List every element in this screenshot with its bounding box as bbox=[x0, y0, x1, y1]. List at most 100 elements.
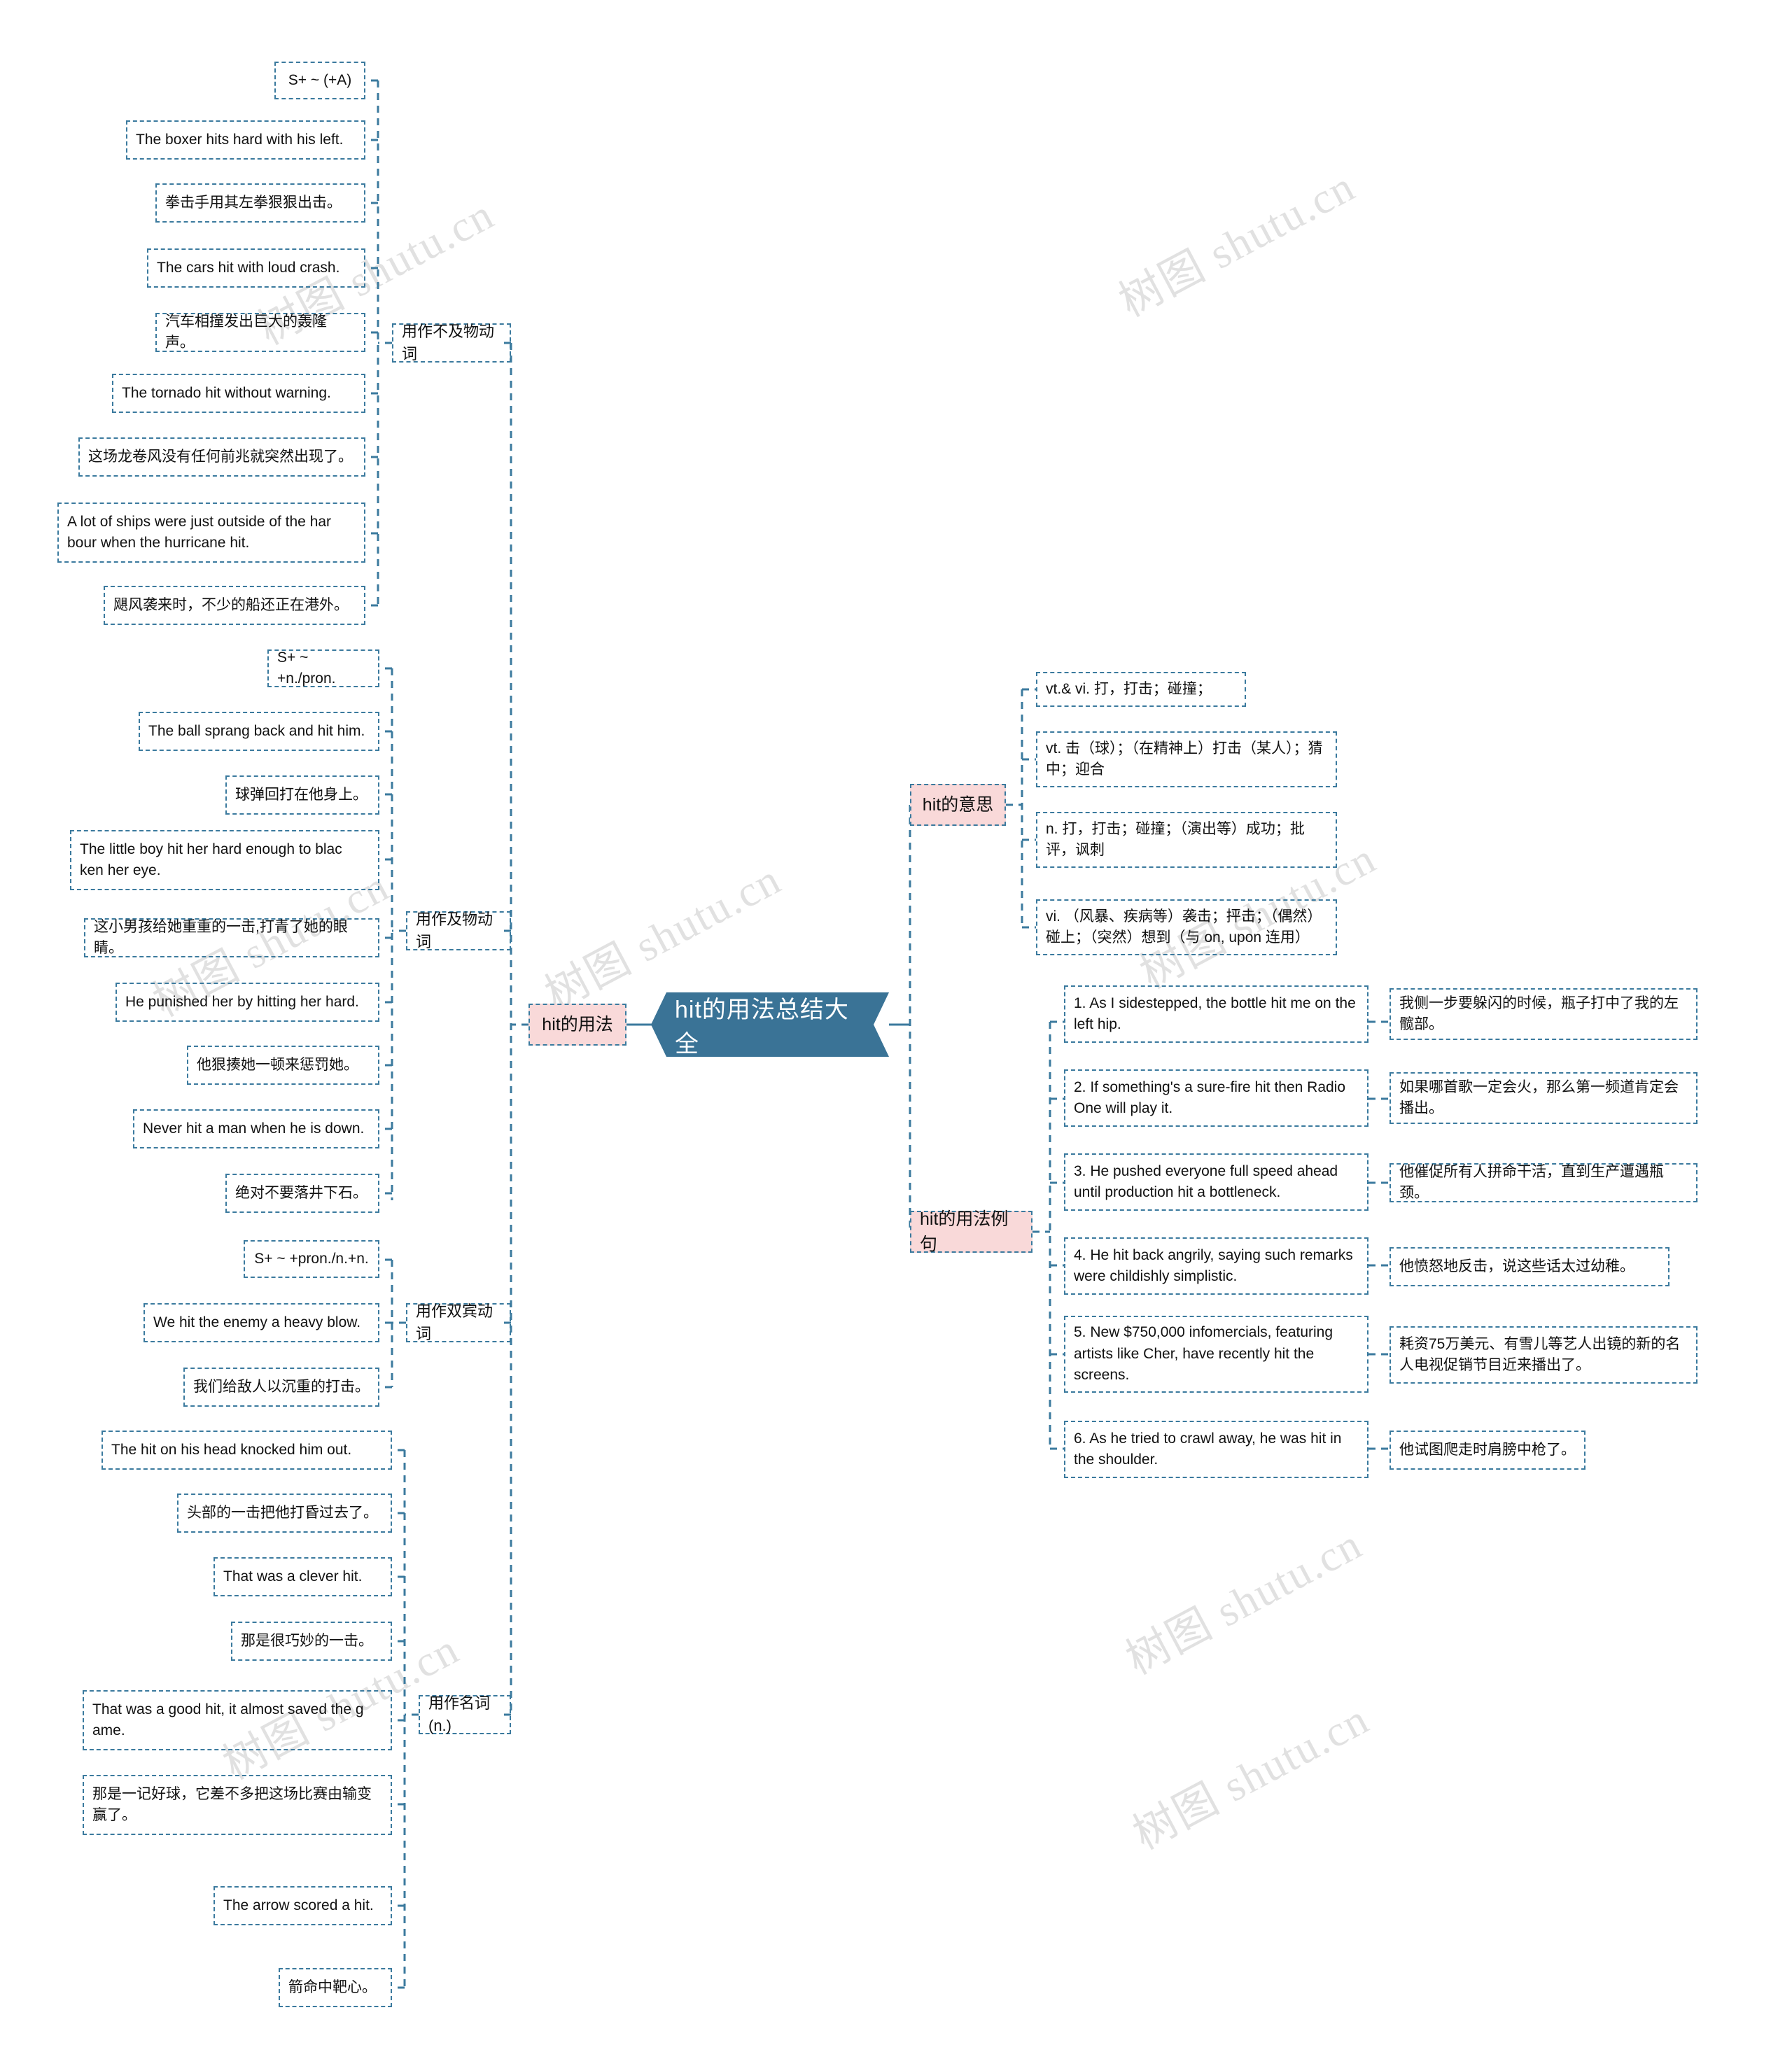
branch-label-usage[interactable]: hit的用法 bbox=[528, 1004, 626, 1046]
example-zh-1[interactable]: 我侧一步要躲闪的时候，瓶子打中了我的左髋部。 bbox=[1390, 988, 1698, 1040]
usage-item[interactable]: 那是很巧妙的一击。 bbox=[231, 1622, 392, 1661]
usage-group-label-text: 用作双宾动词 bbox=[416, 1302, 493, 1342]
usage-item[interactable]: 这小男孩给她重重的一击,打青了她的眼睛。 bbox=[84, 918, 379, 957]
usage-item-text: The cars hit with loud crash. bbox=[157, 259, 340, 276]
example-zh-6[interactable]: 他试图爬走时肩膀中枪了。 bbox=[1390, 1431, 1586, 1470]
usage-item[interactable]: 头部的一击把他打昏过去了。 bbox=[177, 1494, 392, 1533]
usage-item-text: That was a clever hit. bbox=[223, 1568, 363, 1584]
usage-item[interactable]: 拳击手用其左拳狠狠出击。 bbox=[155, 183, 365, 223]
meaning-text: vt. 击（球）；（在精神上）打击（某人）；猜中；迎合 bbox=[1046, 740, 1323, 778]
example-en-6[interactable]: 6. As he tried to crawl away, he was hit… bbox=[1064, 1421, 1368, 1478]
watermark: 树图 shutu.cn bbox=[1119, 1520, 1370, 1684]
usage-item[interactable]: 飓风袭来时，不少的船还正在港外。 bbox=[104, 586, 365, 625]
usage-item[interactable]: He punished her by hitting her hard. bbox=[115, 983, 379, 1022]
usage-item[interactable]: The hit on his head knocked him out. bbox=[102, 1431, 392, 1470]
usage-item-text: 飓风袭来时，不少的船还正在港外。 bbox=[113, 596, 349, 613]
example-zh-5[interactable]: 耗资75万美元、有雪儿等艺人出镜的新的名人电视促销节目近来播出了。 bbox=[1390, 1326, 1698, 1384]
usage-item-text: The hit on his head knocked him out. bbox=[111, 1441, 352, 1458]
branch-label-examples[interactable]: hit的用法例句 bbox=[910, 1209, 1032, 1254]
root-node[interactable]: hit的用法总结大全 bbox=[651, 992, 889, 1057]
usage-item[interactable]: 我们给敌人以沉重的打击。 bbox=[183, 1368, 379, 1407]
branch-examples-text: hit的用法例句 bbox=[920, 1209, 1009, 1254]
usage-item[interactable]: 这场龙卷风没有任何前兆就突然出现了。 bbox=[78, 437, 365, 477]
usage-item-text: The arrow scored a hit. bbox=[223, 1897, 374, 1913]
usage-item-text: Never hit a man when he is down. bbox=[143, 1120, 365, 1137]
example-en-text: 1. As I sidestepped, the bottle hit me o… bbox=[1074, 995, 1360, 1032]
usage-item-text: 这场龙卷风没有任何前兆就突然出现了。 bbox=[88, 448, 353, 465]
usage-group-label-text: 用作不及物动词 bbox=[402, 323, 495, 363]
usage-item-text: We hit the enemy a heavy blow. bbox=[153, 1314, 361, 1330]
example-en-text: 6. As he tried to crawl away, he was hit… bbox=[1074, 1430, 1346, 1468]
usage-item-text: 我们给敌人以沉重的打击。 bbox=[193, 1378, 370, 1395]
usage-item[interactable]: That was a clever hit. bbox=[214, 1557, 392, 1596]
usage-item-text: 那是一记好球，它差不多把这场比赛由输变赢了。 bbox=[92, 1785, 372, 1823]
meaning-node-2[interactable]: vt. 击（球）；（在精神上）打击（某人）；猜中；迎合 bbox=[1036, 731, 1337, 787]
branch-label-meaning[interactable]: hit的意思 bbox=[910, 784, 1006, 826]
example-zh-text: 他催促所有人拼命干活，直到生产遭遇瓶颈。 bbox=[1399, 1163, 1664, 1201]
usage-item-text: S+ ~ +n./pron. bbox=[277, 649, 336, 687]
example-zh-2[interactable]: 如果哪首歌一定会火，那么第一频道肯定会播出。 bbox=[1390, 1072, 1698, 1124]
usage-item[interactable]: 那是一记好球，它差不多把这场比赛由输变赢了。 bbox=[83, 1775, 392, 1835]
example-en-5[interactable]: 5. New $750,000 infomercials, featuring … bbox=[1064, 1316, 1368, 1393]
meaning-node-4[interactable]: vi. （风暴、疾病等）袭击；抨击；（偶然）碰上；（突然）想到（与 on, up… bbox=[1036, 899, 1337, 955]
example-en-text: 4. He hit back angrily, saying such rema… bbox=[1074, 1246, 1357, 1284]
usage-item[interactable]: 汽车相撞发出巨大的轰隆声。 bbox=[155, 313, 365, 352]
meaning-node-1[interactable]: vt.& vi. 打，打击；碰撞； bbox=[1036, 672, 1246, 707]
usage-item[interactable]: Never hit a man when he is down. bbox=[133, 1109, 379, 1148]
usage-item[interactable]: A lot of ships were just outside of the … bbox=[57, 503, 365, 563]
usage-item[interactable]: The arrow scored a hit. bbox=[214, 1886, 392, 1925]
usage-item-text: 他狠揍她一顿来惩罚她。 bbox=[197, 1056, 358, 1073]
example-zh-text: 他试图爬走时肩膀中枪了。 bbox=[1399, 1441, 1576, 1458]
example-zh-3[interactable]: 他催促所有人拼命干活，直到生产遭遇瓶颈。 bbox=[1390, 1163, 1698, 1202]
usage-item-text: The boxer hits hard with his left. bbox=[136, 131, 344, 148]
usage-item-text: 汽车相撞发出巨大的轰隆声。 bbox=[165, 313, 327, 351]
usage-item-text: 箭命中靶心。 bbox=[288, 1979, 377, 1995]
branch-usage-text: hit的用法 bbox=[542, 1014, 613, 1034]
meaning-node-3[interactable]: n. 打，打击；碰撞；（演出等）成功；批评，讽刺 bbox=[1036, 812, 1337, 868]
example-en-3[interactable]: 3. He pushed everyone full speed ahead u… bbox=[1064, 1153, 1368, 1211]
example-en-2[interactable]: 2. If something's a sure-fire hit then R… bbox=[1064, 1069, 1368, 1127]
usage-item-text: He punished her by hitting her hard. bbox=[125, 993, 359, 1010]
usage-item-text: That was a good hit, it almost saved the… bbox=[92, 1701, 368, 1738]
usage-item[interactable]: The cars hit with loud crash. bbox=[147, 248, 365, 288]
usage-item[interactable]: The tornado hit without warning. bbox=[112, 374, 365, 413]
usage-item[interactable]: The ball sprang back and hit him. bbox=[139, 712, 379, 751]
usage-group-label-intransitive[interactable]: 用作不及物动词 bbox=[392, 323, 511, 363]
usage-item[interactable]: S+ ~ (+A) bbox=[274, 62, 365, 99]
usage-item-text: A lot of ships were just outside of the … bbox=[67, 513, 335, 551]
example-en-1[interactable]: 1. As I sidestepped, the bottle hit me o… bbox=[1064, 985, 1368, 1043]
usage-item[interactable]: The little boy hit her hard enough to bl… bbox=[70, 830, 379, 890]
usage-item[interactable]: 球弹回打在他身上。 bbox=[225, 775, 379, 815]
usage-item[interactable]: 他狠揍她一顿来惩罚她。 bbox=[187, 1046, 379, 1085]
watermark: 树图 shutu.cn bbox=[1126, 1695, 1377, 1859]
usage-item-text: 那是很巧妙的一击。 bbox=[241, 1632, 373, 1649]
example-zh-text: 我侧一步要躲闪的时候，瓶子打中了我的左髋部。 bbox=[1399, 995, 1679, 1032]
meaning-text: vt.& vi. 打，打击；碰撞； bbox=[1046, 680, 1212, 697]
root-title: hit的用法总结大全 bbox=[675, 997, 849, 1057]
usage-item[interactable]: 箭命中靶心。 bbox=[279, 1968, 392, 2007]
usage-group-label-text: 用作名词(n.) bbox=[428, 1694, 491, 1734]
usage-item-text: 头部的一击把他打昏过去了。 bbox=[187, 1504, 378, 1521]
usage-item-text: The tornado hit without warning. bbox=[122, 384, 331, 401]
example-en-text: 2. If something's a sure-fire hit then R… bbox=[1074, 1078, 1350, 1116]
usage-group-label-ditransitive[interactable]: 用作双宾动词 bbox=[406, 1302, 511, 1342]
example-en-text: 3. He pushed everyone full speed ahead u… bbox=[1074, 1162, 1342, 1200]
example-zh-text: 耗资75万美元、有雪儿等艺人出镜的新的名人电视促销节目近来播出了。 bbox=[1399, 1335, 1681, 1373]
usage-item-text: The little boy hit her hard enough to bl… bbox=[80, 841, 346, 878]
example-zh-4[interactable]: 他愤怒地反击，说这些话太过幼稚。 bbox=[1390, 1247, 1670, 1286]
usage-group-label-transitive[interactable]: 用作及物动词 bbox=[406, 911, 511, 950]
example-en-4[interactable]: 4. He hit back angrily, saying such rema… bbox=[1064, 1237, 1368, 1295]
example-zh-text: 如果哪首歌一定会火，那么第一频道肯定会播出。 bbox=[1399, 1078, 1679, 1116]
usage-item-text: S+ ~ (+A) bbox=[288, 71, 352, 88]
usage-item[interactable]: The boxer hits hard with his left. bbox=[126, 120, 365, 160]
example-en-text: 5. New $750,000 infomercials, featuring … bbox=[1074, 1324, 1337, 1384]
branch-meaning-text: hit的意思 bbox=[922, 794, 994, 815]
usage-item[interactable]: S+ ~ +pron./n.+n. bbox=[244, 1240, 379, 1278]
usage-item[interactable]: S+ ~ +n./pron. bbox=[267, 649, 379, 687]
usage-item[interactable]: We hit the enemy a heavy blow. bbox=[144, 1303, 379, 1342]
example-zh-text: 他愤怒地反击，说这些话太过幼稚。 bbox=[1399, 1258, 1634, 1274]
usage-group-label-noun[interactable]: 用作名词(n.) bbox=[419, 1694, 511, 1734]
usage-item-text: S+ ~ +pron./n.+n. bbox=[254, 1250, 369, 1267]
usage-item[interactable]: That was a good hit, it almost saved the… bbox=[83, 1690, 392, 1750]
usage-item[interactable]: 绝对不要落井下石。 bbox=[225, 1174, 379, 1213]
